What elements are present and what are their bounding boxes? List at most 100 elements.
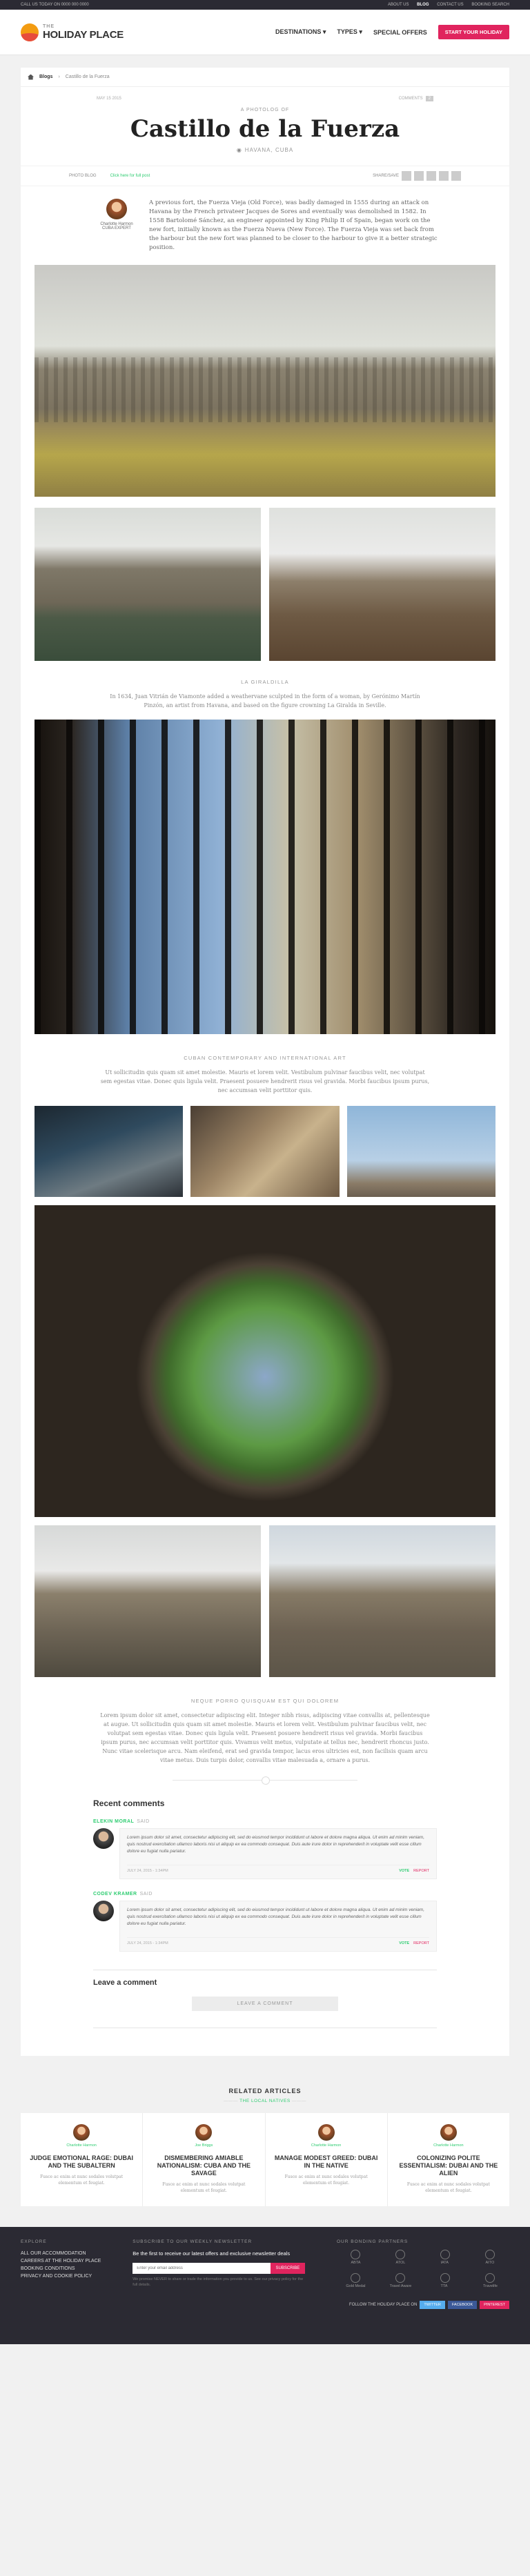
statue-photo[interactable] (346, 1106, 495, 1197)
top-link-booking[interactable]: BOOKING SEARCH (471, 3, 509, 7)
more-share-icon[interactable] (451, 171, 461, 181)
related-subtitle: THE LOCAL NATIVES (21, 2099, 509, 2103)
partners-title: OUR BONDING PARTNERS (336, 2239, 409, 2244)
avatar (317, 2124, 335, 2141)
top-link-about[interactable]: ABOUT US (388, 3, 409, 7)
bonding-partners: OUR BONDING PARTNERS ABTA ATOL IATA AITO… (337, 2239, 509, 2288)
related-card-title[interactable]: JUDGE EMOTIONAL RAGE: DUBAI AND THE SUBA… (29, 2154, 134, 2170)
partner-logo: ATOL (382, 2250, 420, 2265)
tower-photo[interactable] (35, 1525, 261, 1677)
section-caption: NEQUE PORRO QUISQUAM EST QUI DOLOREM (190, 1698, 340, 1704)
related-card-title[interactable]: MANAGE MODEST GREED: DUBAI IN THE NATIVE (274, 2154, 379, 2170)
partner-icon (440, 2250, 451, 2259)
moat-photo[interactable] (35, 508, 261, 661)
comment-author[interactable]: ELEKIN MORAL (93, 1819, 134, 1824)
partner-logo: Gold Medal (337, 2273, 375, 2288)
museum-photo[interactable] (35, 1106, 184, 1197)
top-bar: CALL US TODAY ON 0000 000 0000 ABOUT US … (0, 0, 530, 10)
related-card[interactable]: Charlotte Harmon MANAGE MODEST GREED: DU… (265, 2113, 387, 2206)
title-kicker: A PHOTOLOG OF (240, 108, 290, 112)
top-link-blog[interactable]: BLOG (417, 3, 429, 7)
window-bars-photo[interactable] (35, 720, 495, 1034)
related-card-title[interactable]: COLONIZING POLITE ESSENTIALISM: DUBAI AN… (396, 2154, 501, 2177)
fort-photo[interactable] (35, 265, 495, 497)
twitter-button[interactable]: TWITTER (420, 2301, 445, 2309)
site-logo[interactable]: THE HOLIDAY PLACE (21, 23, 124, 41)
nav-types[interactable]: TYPES ▾ (337, 28, 362, 36)
nav-destinations[interactable]: DESTINATIONS ▾ (275, 28, 326, 36)
top-link-contact[interactable]: CONTACT US (437, 3, 463, 7)
avatar (440, 2124, 457, 2141)
email-share-icon[interactable] (439, 171, 449, 181)
avatar (73, 2124, 90, 2141)
comment: CODEV KRAMER SAID Lorem ipsum dolor sit a… (93, 1892, 437, 1952)
twitter-share-icon[interactable] (414, 171, 424, 181)
vote-button[interactable]: VOTE (399, 1941, 409, 1945)
section-text: In 1634, Juan Vitrián de Viamonte added … (110, 693, 420, 709)
partner-logo: TTA (426, 2273, 464, 2288)
related-card[interactable]: Joe Briggs DISMEMBERING AMIABLE NATIONAL… (143, 2113, 265, 2206)
arch-photo[interactable] (35, 1205, 495, 1517)
home-icon[interactable] (28, 74, 34, 80)
partner-icon (395, 2250, 406, 2259)
related-articles: RELATED ARTICLES THE LOCAL NATIVES Charl… (0, 2056, 530, 2227)
related-card-desc: Fusce ac enim at nunc sodales volutpat e… (40, 2174, 124, 2186)
pinterest-share-icon[interactable] (426, 171, 436, 181)
comment-date: JULY 24, 2015 - 1:34PM (127, 1941, 168, 1945)
related-author: Joe Briggs (195, 2143, 213, 2148)
related-card[interactable]: Charlotte Harmon JUDGE EMOTIONAL RAGE: D… (21, 2113, 143, 2206)
related-card-title[interactable]: DISMEMBERING AMIABLE NATIONALISM: CUBA A… (151, 2154, 256, 2177)
comment-author[interactable]: CODEV KRAMER (93, 1892, 137, 1896)
partner-icon (395, 2273, 406, 2283)
site-footer: EXPLORE ALL OUR ACCOMMODATION CAREERS AT… (0, 2227, 530, 2344)
related-title: RELATED ARTICLES (228, 2088, 302, 2094)
vote-button[interactable]: VOTE (399, 1869, 409, 1873)
partner-logo: AITO (471, 2250, 509, 2265)
footer-link[interactable]: BOOKING CONDITIONS (21, 2265, 101, 2272)
courtyard-photo[interactable] (269, 1525, 495, 1677)
comments-count[interactable]: COMMENTS 2 (399, 96, 433, 101)
facebook-share-icon[interactable] (402, 171, 411, 181)
report-button[interactable]: REPORT (413, 1941, 429, 1945)
leave-comment-section: Leave a comment LEAVE A COMMENT (21, 1964, 509, 2028)
phone-text: CALL US TODAY ON 0000 000 0000 (21, 3, 89, 7)
section-text: Lorem ipsum dolor sit amet, consectetur … (100, 1712, 430, 1763)
related-author: Charlotte Harmon (433, 2143, 464, 2148)
full-post-link[interactable]: Click here for full post (110, 174, 150, 178)
section-caption: CUBAN CONTEMPORARY AND INTERNATIONAL ART (184, 1055, 346, 1061)
email-field[interactable] (132, 2263, 271, 2274)
partner-logo: Travelife (471, 2273, 509, 2288)
nav-special-offers[interactable]: SPECIAL OFFERS (373, 29, 427, 36)
newsletter: SUBSCRIBE TO OUR WEEKLY NEWSLETTER Be th… (132, 2239, 306, 2288)
site-header: THE HOLIDAY PLACE DESTINATIONS ▾ TYPES ▾ … (0, 10, 530, 55)
comments-section: Recent comments ELEKIN MORAL SAID Lorem i… (21, 1781, 509, 1952)
leave-comment-title: Leave a comment (93, 1970, 437, 1987)
bridge-photo[interactable] (269, 508, 495, 661)
author-card[interactable]: Charlotte Harmon CUBA EXPERT (97, 199, 137, 252)
facebook-button[interactable]: FACEBOOK (447, 2301, 478, 2309)
footer-link[interactable]: CAREERS AT THE HOLIDAY PLACE (21, 2257, 101, 2265)
subscribe-button[interactable]: SUBSCRIBE (270, 2263, 306, 2274)
avatar (93, 1828, 114, 1849)
partner-icon (485, 2273, 495, 2283)
share-row: PHOTO BLOG Click here for full post SHAR… (21, 166, 509, 186)
report-button[interactable]: REPORT (413, 1869, 429, 1873)
start-holiday-button[interactable]: START YOUR HOLIDAY (438, 25, 509, 39)
leave-comment-button[interactable]: LEAVE A COMMENT (192, 1997, 338, 2011)
footer-explore-title: EXPLORE (21, 2239, 47, 2244)
share-label: SHARE/SAVE (373, 174, 399, 178)
pinterest-button[interactable]: PINTEREST (480, 2301, 509, 2309)
newsletter-note: We promise NEVER to share or trade the i… (132, 2277, 304, 2287)
photo-blog-label: PHOTO BLOG (69, 174, 97, 178)
breadcrumb-blogs[interactable]: Blogs (39, 75, 52, 79)
stairs-photo[interactable] (190, 1106, 340, 1197)
logo-text: HOLIDAY PLACE (43, 28, 124, 41)
avatar (106, 199, 127, 219)
related-card[interactable]: Charlotte Harmon COLONIZING POLITE ESSEN… (387, 2113, 509, 2206)
main-nav: DESTINATIONS ▾ TYPES ▾ SPECIAL OFFERS ST… (275, 25, 509, 39)
avatar (93, 1901, 114, 1921)
section-divider (173, 1776, 357, 1785)
footer-link[interactable]: PRIVACY AND COOKIE POLICY (21, 2272, 101, 2280)
partner-icon (351, 2250, 361, 2259)
footer-link[interactable]: ALL OUR ACCOMMODATION (21, 2250, 101, 2257)
